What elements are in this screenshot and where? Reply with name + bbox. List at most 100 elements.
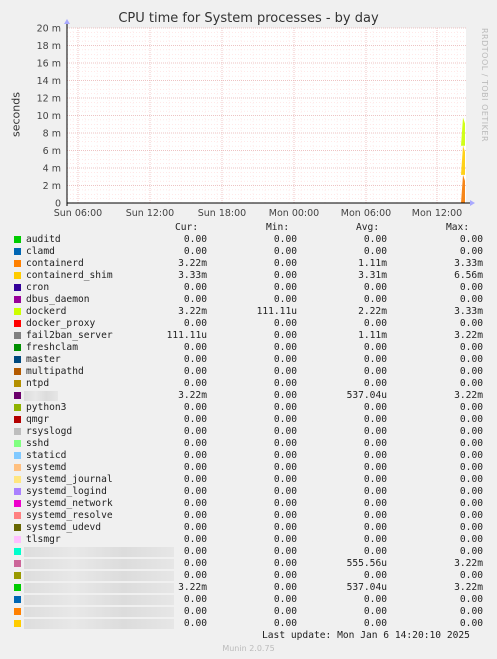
legend-cur: 0.00 xyxy=(183,462,207,473)
legend-name: dockerd xyxy=(26,306,67,317)
y-tick-label: 10 m xyxy=(37,111,61,122)
legend-name: multipathd xyxy=(26,366,84,377)
x-tick-label: Mon 00:00 xyxy=(269,208,319,219)
legend-name: containerd xyxy=(26,258,84,269)
legend-swatch xyxy=(14,308,21,315)
legend-swatch xyxy=(14,572,21,579)
legend-name: tlsmgr xyxy=(26,534,61,545)
legend-min: 0.00 xyxy=(273,426,297,437)
legend-cur: 0.00 xyxy=(183,522,207,533)
legend-min: 0.00 xyxy=(273,558,297,569)
legend-avg: 2.22m xyxy=(358,306,387,317)
legend-max: 0.00 xyxy=(459,474,483,485)
legend-name: auditd xyxy=(26,234,61,245)
legend-cur: 0.00 xyxy=(183,294,207,305)
legend-max: 0.00 xyxy=(459,522,483,533)
legend-min: 0.00 xyxy=(273,330,297,341)
legend-name: systemd_resolve xyxy=(26,510,113,521)
legend-name: python3 xyxy=(26,402,67,413)
legend-cur: 0.00 xyxy=(183,234,207,245)
legend-row: clamd 0.00 0.00 0.00 0.00 xyxy=(0,246,497,258)
legend-avg: 0.00 xyxy=(363,498,387,509)
legend-max: 0.00 xyxy=(459,246,483,257)
legend-avg: 0.00 xyxy=(363,438,387,449)
legend-cur: 0.00 xyxy=(183,546,207,557)
legend-avg: 0.00 xyxy=(363,570,387,581)
legend-cur: 0.00 xyxy=(183,414,207,425)
legend-avg: 0.00 xyxy=(363,246,387,257)
x-ticks: Sun 06:00 Sun 12:00 Sun 18:00 Mon 00:00 Mon … xyxy=(54,208,462,219)
legend-avg: 0.00 xyxy=(363,618,387,629)
legend-max: 0.00 xyxy=(459,594,483,605)
legend-max: 0.00 xyxy=(459,294,483,305)
legend-max: 0.00 xyxy=(459,450,483,461)
legend-swatch xyxy=(14,356,21,363)
legend-swatch xyxy=(14,404,21,411)
grid xyxy=(67,27,466,204)
legend-min: 0.00 xyxy=(273,606,297,617)
legend-min: 0.00 xyxy=(273,246,297,257)
legend-row: systemd_resolve 0.00 0.00 0.00 0.00 xyxy=(0,510,497,522)
legend-name: docker_proxy xyxy=(26,318,96,329)
legend-min: 0.00 xyxy=(273,402,297,413)
legend-name: master xyxy=(26,354,61,365)
x-tick-label: Sun 12:00 xyxy=(126,208,174,219)
legend-avg: 0.00 xyxy=(363,594,387,605)
legend-cur: 3.22m xyxy=(178,582,207,593)
legend-row: staticd 0.00 0.00 0.00 0.00 xyxy=(0,450,497,462)
legend-cur: 111.11u xyxy=(166,330,207,341)
legend-avg: 1.11m xyxy=(358,258,387,269)
legend-min: 0.00 xyxy=(273,414,297,425)
legend-row: 0.00 0.00 0.00 0.00 xyxy=(0,594,497,606)
legend-row: cron 0.00 0.00 0.00 0.00 xyxy=(0,282,497,294)
legend-cur: 0.00 xyxy=(183,450,207,461)
legend-avg: 537.04u xyxy=(346,582,387,593)
legend-swatch xyxy=(14,584,21,591)
legend-name: systemd_logind xyxy=(26,486,107,497)
legend-avg: 0.00 xyxy=(363,462,387,473)
legend-cur: 0.00 xyxy=(183,282,207,293)
y-tick-label: 20 m xyxy=(37,24,61,35)
x-tick-label: Sun 06:00 xyxy=(54,208,102,219)
legend-min: 0.00 xyxy=(273,366,297,377)
legend-swatch xyxy=(14,344,21,351)
legend-row: systemd_journal 0.00 0.00 0.00 0.00 xyxy=(0,474,497,486)
legend-avg: 0.00 xyxy=(363,318,387,329)
legend-max: 0.00 xyxy=(459,402,483,413)
legend-max: 0.00 xyxy=(459,462,483,473)
legend-row: docker_proxy 0.00 0.00 0.00 0.00 xyxy=(0,318,497,330)
header-avg: Avg: xyxy=(356,222,380,233)
legend-swatch xyxy=(14,428,21,435)
legend-max: 0.00 xyxy=(459,426,483,437)
legend-max: 0.00 xyxy=(459,282,483,293)
legend-avg: 0.00 xyxy=(363,510,387,521)
legend-swatch xyxy=(14,620,21,627)
legend-row: 3.22m 0.00 537.04u 3.22m xyxy=(0,582,497,594)
legend-avg: 0.00 xyxy=(363,426,387,437)
legend-cur: 0.00 xyxy=(183,366,207,377)
legend-row: dockerd 3.22m 111.11u 2.22m 3.33m xyxy=(0,306,497,318)
legend-row: 3.22m 0.00 537.04u 3.22m xyxy=(0,390,497,402)
legend-name: rsyslogd xyxy=(26,426,73,437)
y-tick-label: 18 m xyxy=(37,41,61,52)
legend-max: 0.00 xyxy=(459,606,483,617)
legend-row: multipathd 0.00 0.00 0.00 0.00 xyxy=(0,366,497,378)
legend-cur: 0.00 xyxy=(183,438,207,449)
legend-row: rsyslogd 0.00 0.00 0.00 0.00 xyxy=(0,426,497,438)
legend-max: 0.00 xyxy=(459,618,483,629)
legend-cur: 0.00 xyxy=(183,486,207,497)
legend-swatch xyxy=(14,416,21,423)
legend-cur: 0.00 xyxy=(183,474,207,485)
legend-min: 0.00 xyxy=(273,498,297,509)
legend-swatch xyxy=(14,488,21,495)
legend-cur: 0.00 xyxy=(183,558,207,569)
legend-swatch xyxy=(14,596,21,603)
legend-min: 0.00 xyxy=(273,546,297,557)
legend-avg: 0.00 xyxy=(363,234,387,245)
legend-name: systemd xyxy=(26,462,67,473)
legend-avg: 0.00 xyxy=(363,414,387,425)
legend-cur: 0.00 xyxy=(183,618,207,629)
legend-swatch xyxy=(14,248,21,255)
legend-cur: 0.00 xyxy=(183,354,207,365)
legend-swatch xyxy=(14,368,21,375)
